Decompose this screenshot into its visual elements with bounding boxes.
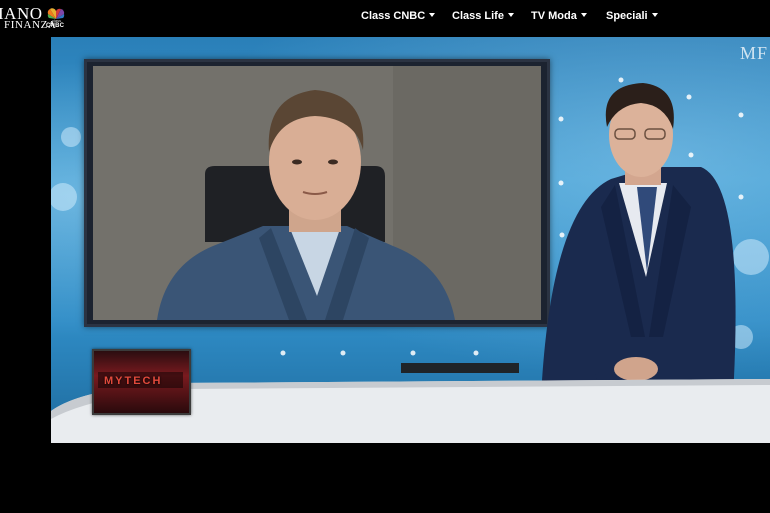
nav-item-label: Speciali: [606, 10, 648, 22]
nav-item-tv-moda[interactable]: TV Moda: [531, 10, 587, 22]
nav-item-class-cnbc[interactable]: Class CNBC: [361, 10, 436, 22]
video-player[interactable]: MF MYTECH: [51, 37, 770, 443]
caret-down-icon: [507, 13, 514, 17]
top-navigation-bar: IANO FINANZA class CNBC Class CNBC Class…: [0, 0, 770, 36]
nav-item-label: Class Life: [452, 10, 504, 22]
nav-item-class-life[interactable]: Class Life: [452, 10, 514, 22]
nav-item-label: Class CNBC: [361, 10, 426, 22]
logo-cnbc-label: CNBC: [46, 23, 65, 29]
caret-down-icon: [429, 13, 436, 17]
caret-down-icon: [651, 13, 658, 17]
segment-logo: MYTECH: [92, 349, 191, 415]
nav-item-label: TV Moda: [531, 10, 577, 22]
segment-logo-text: MYTECH: [104, 375, 163, 387]
nav-item-speciali[interactable]: Speciali: [606, 10, 658, 22]
caret-down-icon: [580, 13, 587, 17]
